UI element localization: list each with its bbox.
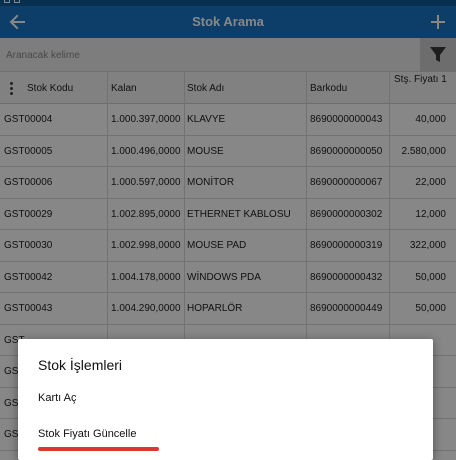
highlight-underline	[38, 447, 159, 451]
stock-actions-dialog: Stok İşlemleri Kartı Aç Stok Fiyatı Günc…	[18, 339, 433, 460]
dialog-title: Stok İşlemleri	[38, 357, 123, 373]
update-price-menu-item[interactable]: Stok Fiyatı Güncelle	[38, 428, 136, 440]
open-card-menu-item[interactable]: Kartı Aç	[38, 392, 77, 404]
